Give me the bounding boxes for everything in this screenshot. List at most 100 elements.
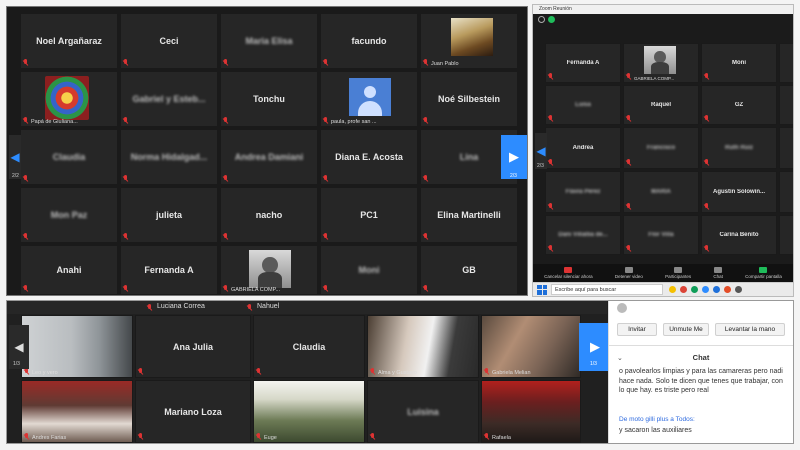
- participant-tile[interactable]: Moni: [701, 43, 777, 83]
- participant-name: Andrea Damiani: [234, 152, 304, 162]
- taskbar-search-box[interactable]: Escribe aquí para buscar: [551, 284, 663, 295]
- participant-video[interactable]: Rafaela: [481, 380, 581, 443]
- participant-tile[interactable]: Dani Villalba de...: [545, 215, 621, 255]
- participant-tile[interactable]: GABRIELA COMP...: [220, 245, 318, 295]
- settings-icon[interactable]: [735, 286, 742, 293]
- app-icon[interactable]: [724, 286, 731, 293]
- chrome-icon[interactable]: [680, 286, 687, 293]
- windows-taskbar: Escribe aquí para buscar: [533, 282, 793, 296]
- participant-tile[interactable]: Agustin Solowin...: [701, 171, 777, 213]
- participant-label: GABRIELA COMP...: [231, 287, 281, 293]
- participant-name: Gabriel y Esteb...: [132, 94, 206, 104]
- participant-tile[interactable]: Andrea: [545, 127, 621, 169]
- participant-tile[interactable]: GB: [420, 245, 518, 295]
- stop-video-button[interactable]: Detener video: [615, 267, 643, 279]
- participant-tile[interactable]: Ceci: [120, 13, 218, 69]
- participant-tile[interactable]: Anahi: [20, 245, 118, 295]
- mic-muted-icon: [23, 285, 29, 293]
- share-screen-button[interactable]: Compartir pantalla: [745, 267, 782, 279]
- page-indicator: 1/3: [590, 361, 597, 367]
- mic-muted-icon: [626, 245, 632, 253]
- mic-muted-icon: [484, 368, 490, 376]
- chat-button[interactable]: Chat: [713, 267, 723, 279]
- participant-tile[interactable]: Tonchu: [220, 71, 318, 127]
- participant-tile[interactable]: Luisina: [367, 380, 479, 443]
- mic-muted-icon: [548, 73, 554, 81]
- participant-video[interactable]: Euge: [253, 380, 365, 443]
- mic-muted-icon: [626, 159, 632, 167]
- raise-hand-button[interactable]: Levantar la mano: [715, 323, 785, 336]
- participant-name: Mon Paz: [50, 210, 88, 220]
- windows-start-icon[interactable]: [537, 284, 547, 295]
- participant-tile[interactable]: Francisco: [623, 127, 699, 169]
- participant-tile[interactable]: Noel Argañaraz: [20, 13, 118, 69]
- participant-tile[interactable]: Raquel: [623, 85, 699, 125]
- participant-tile[interactable]: Moni: [320, 245, 418, 295]
- mic-muted-icon: [256, 368, 262, 376]
- participant-video[interactable]: Andres Farias: [21, 380, 133, 443]
- participant-tile[interactable]: Flavia Perez: [545, 171, 621, 213]
- participant-tile[interactable]: [779, 215, 793, 255]
- shield-icon[interactable]: [548, 16, 555, 23]
- avatar: [617, 303, 627, 313]
- edge-icon[interactable]: [713, 286, 720, 293]
- participant-tile[interactable]: Gabriel y Esteb...: [120, 71, 218, 127]
- participant-tile[interactable]: Papá de Giuliana...: [20, 71, 118, 127]
- participant-tile[interactable]: facundo: [320, 13, 418, 69]
- participant-tile[interactable]: Claudia: [20, 129, 118, 185]
- participant-video[interactable]: Leo y vero: [21, 315, 133, 378]
- zoom-icon[interactable]: [702, 286, 709, 293]
- participants-button[interactable]: Participantes: [665, 267, 691, 279]
- participant-tile[interactable]: Noé Silbestein: [420, 71, 518, 127]
- participant-tile[interactable]: Mariano Loza: [135, 380, 251, 443]
- participant-tile[interactable]: [779, 171, 793, 213]
- participant-tile[interactable]: [779, 127, 793, 169]
- mic-muted-icon: [23, 117, 29, 125]
- participant-tile[interactable]: Fernanda A: [120, 245, 218, 295]
- participant-tile[interactable]: julieta: [120, 187, 218, 243]
- participant-tile[interactable]: Fernanda A: [545, 43, 621, 83]
- participant-tile[interactable]: Flor Villa: [623, 215, 699, 255]
- mic-muted-icon: [223, 233, 229, 241]
- participant-tile[interactable]: Ruth Ruiz: [701, 127, 777, 169]
- mic-muted-icon: [323, 117, 329, 125]
- info-icon[interactable]: [538, 16, 545, 23]
- chevron-left-icon: ◀: [14, 340, 24, 354]
- participant-tile[interactable]: Elina Martinelli: [420, 187, 518, 243]
- participant-tile[interactable]: [779, 43, 793, 83]
- participant-video[interactable]: Alma y Gustavo: [367, 315, 479, 378]
- unmute-me-button[interactable]: Unmute Me: [663, 323, 709, 336]
- participant-name: PC1: [360, 210, 378, 220]
- participant-tile[interactable]: Ana Julia: [135, 315, 251, 378]
- mic-muted-icon: [323, 285, 329, 293]
- participant-video[interactable]: Gabriela Melian: [481, 315, 581, 378]
- participant-tile[interactable]: Claudia: [253, 315, 365, 378]
- participant-tile[interactable]: GZ: [701, 85, 777, 125]
- participant-tile[interactable]: GABRIELA COMP...: [623, 43, 699, 83]
- participant-tile[interactable]: Carina Benito: [701, 215, 777, 255]
- participant-tile[interactable]: Maria Elisa: [220, 13, 318, 69]
- chevron-left-icon: ◀: [10, 150, 20, 164]
- profile-picture: [451, 18, 493, 56]
- chat-message: o pavolearlos limpias y para las camarer…: [619, 368, 783, 394]
- unmute-button[interactable]: Cancelar silenciar ahora: [544, 267, 593, 279]
- participant-tile[interactable]: MARIA: [623, 171, 699, 213]
- folder-icon[interactable]: [669, 286, 676, 293]
- participant-tile[interactable]: Juan Pablo: [420, 13, 518, 69]
- participant-tile[interactable]: [779, 85, 793, 125]
- chevron-right-icon: ▶: [509, 149, 519, 164]
- participant-tile[interactable]: Luisa: [545, 85, 621, 125]
- participant-tile[interactable]: nacho: [220, 187, 318, 243]
- profile-picture: [644, 46, 676, 74]
- participant-tile[interactable]: Norma Hidalgad...: [120, 129, 218, 185]
- participant-tile[interactable]: Andrea Damiani: [220, 129, 318, 185]
- chevron-right-icon: ▶: [590, 339, 600, 354]
- participant-tile[interactable]: Diana E. Acosta: [320, 129, 418, 185]
- participant-tile[interactable]: PC1: [320, 187, 418, 243]
- mic-muted-icon: [24, 433, 30, 441]
- app-icon[interactable]: [691, 286, 698, 293]
- participant-name: Elina Martinelli: [437, 210, 501, 220]
- invite-button[interactable]: Invitar: [617, 323, 657, 336]
- participant-tile[interactable]: paula, profe san ...: [320, 71, 418, 127]
- participant-tile[interactable]: Mon Paz: [20, 187, 118, 243]
